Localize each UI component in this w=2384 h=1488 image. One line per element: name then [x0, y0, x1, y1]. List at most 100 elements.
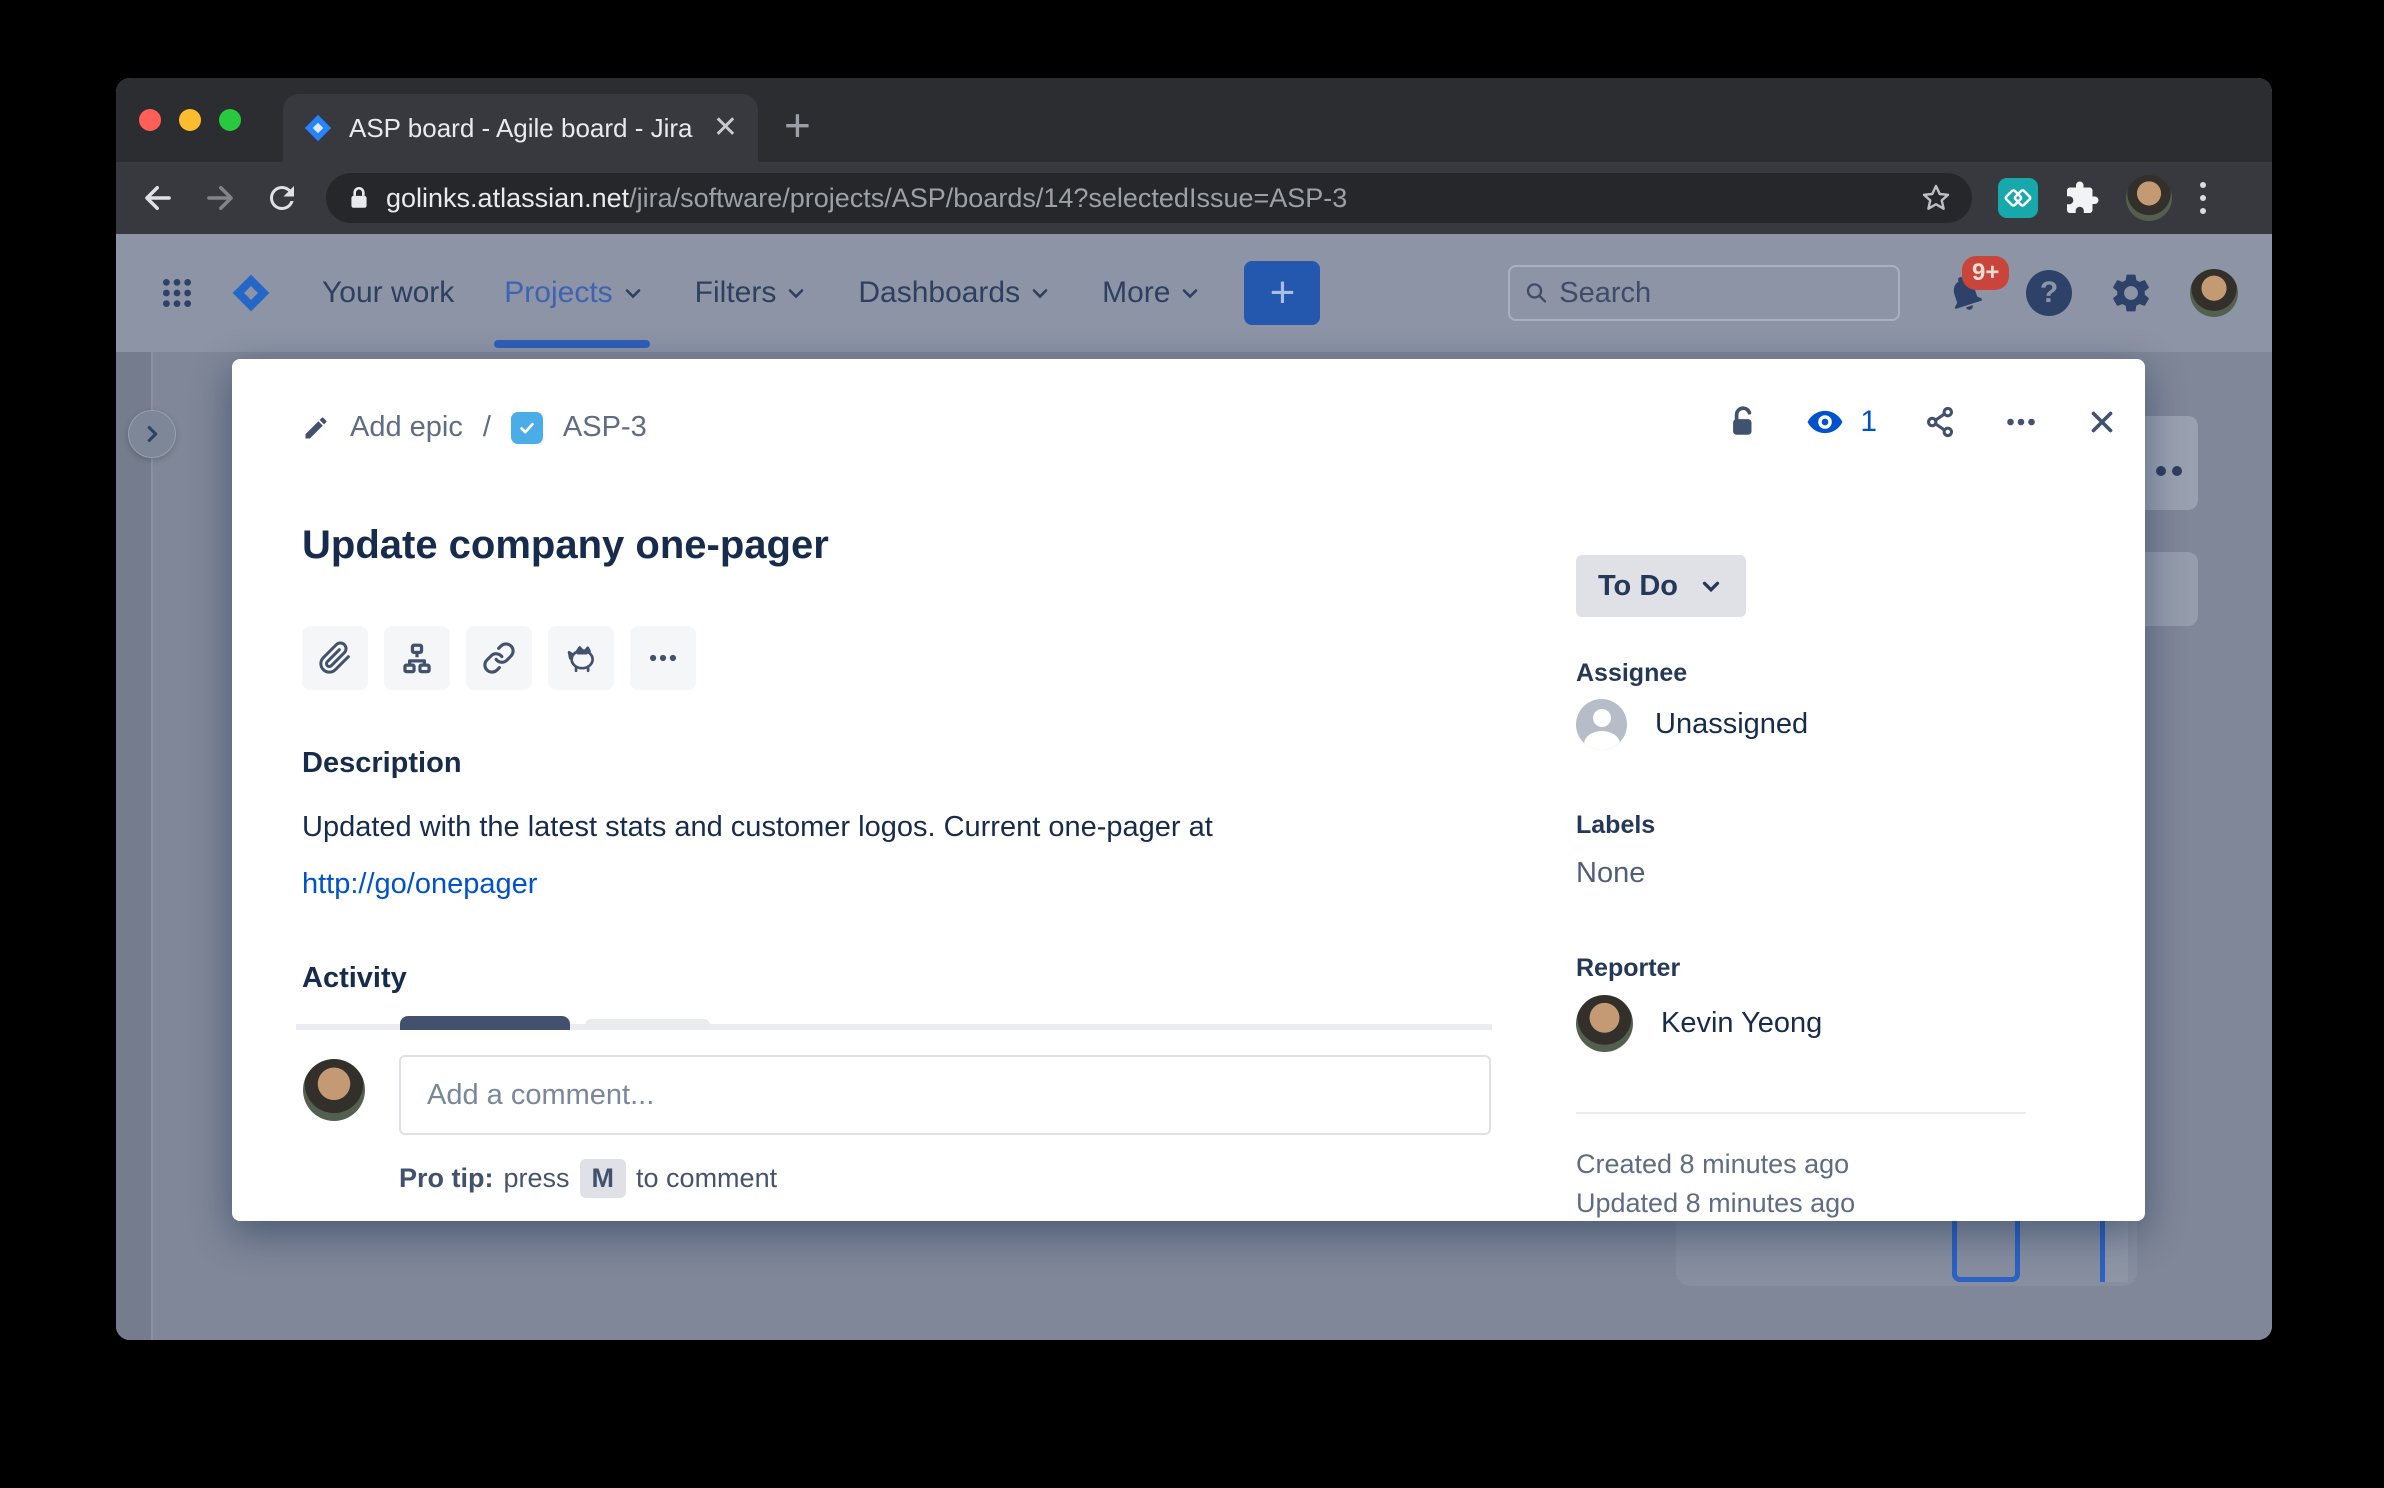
labels-value[interactable]: None	[1576, 857, 1645, 890]
more-actions-icon[interactable]	[2003, 404, 2039, 440]
global-search[interactable]	[1508, 265, 1900, 321]
browser-window: ASP board - Agile board - Jira ✕ + golin…	[116, 78, 2272, 1340]
chevron-down-icon	[1028, 281, 1052, 305]
task-type-icon[interactable]	[511, 412, 543, 444]
reporter-label: Reporter	[1576, 954, 1680, 983]
url-host: golinks.atlassian.net	[386, 183, 629, 213]
reload-icon[interactable]	[262, 178, 302, 218]
notifications-button[interactable]: 9+	[1944, 272, 1986, 314]
comment-input[interactable]	[399, 1055, 1491, 1135]
https-lock-icon	[346, 185, 372, 211]
labels-label: Labels	[1576, 811, 1655, 840]
piggy-bank-app-button[interactable]	[548, 626, 614, 690]
tab-strip: ASP board - Agile board - Jira ✕ +	[116, 78, 2272, 162]
nav-filters[interactable]: Filters	[695, 276, 809, 310]
back-icon[interactable]	[138, 178, 178, 218]
paperclip-icon	[318, 641, 352, 675]
jira-profile-avatar[interactable]	[2190, 269, 2238, 317]
nav-your-work[interactable]: Your work	[322, 276, 454, 310]
jira-favicon-icon	[303, 113, 333, 143]
modal-actions: 1	[1726, 403, 2119, 441]
chevron-down-icon	[1698, 573, 1724, 599]
more-quick-actions-button[interactable]	[630, 626, 696, 690]
jira-navbar: Your work Projects Filters Dashboards Mo…	[116, 234, 2272, 352]
jira-page: Your work Projects Filters Dashboards Mo…	[116, 234, 2272, 1340]
window-close-button[interactable]	[139, 109, 161, 131]
app-switcher-grid-icon[interactable]	[160, 276, 194, 310]
nav-more[interactable]: More	[1102, 276, 1202, 310]
m-keycap: M	[580, 1159, 627, 1198]
issue-title[interactable]: Update company one-pager	[302, 523, 829, 568]
chrome-profile-avatar[interactable]	[2126, 175, 2172, 221]
nav-projects[interactable]: Projects	[504, 276, 644, 310]
chevron-down-icon	[1178, 281, 1202, 305]
breadcrumb: Add epic / ASP-3	[302, 411, 647, 444]
url-text: golinks.atlassian.net/jira/software/proj…	[386, 183, 1906, 214]
window-zoom-button[interactable]	[219, 109, 241, 131]
extensions-puzzle-icon[interactable]	[2064, 180, 2100, 216]
link-issue-button[interactable]	[466, 626, 532, 690]
chevron-down-icon	[621, 281, 645, 305]
watchers-count: 1	[1860, 405, 1877, 439]
watchers-eye-icon	[1806, 403, 1844, 441]
description-link[interactable]: http://go/onepager	[302, 856, 1462, 913]
projects-active-underline	[494, 340, 650, 348]
search-input[interactable]	[1559, 277, 1884, 310]
watchers-button[interactable]: 1	[1806, 403, 1877, 441]
reporter-value[interactable]: Kevin Yeong	[1576, 995, 1822, 1052]
issue-quick-actions	[302, 626, 696, 690]
pencil-icon[interactable]	[302, 414, 330, 442]
assignee-label: Assignee	[1576, 659, 1687, 688]
description-text[interactable]: Updated with the latest stats and custom…	[302, 799, 1462, 913]
window-minimize-button[interactable]	[179, 109, 201, 131]
link-icon	[482, 641, 516, 675]
unlock-icon[interactable]	[1726, 405, 1760, 439]
activity-tab-selected[interactable]	[400, 1016, 570, 1030]
create-issue-button[interactable]: +	[1244, 261, 1320, 325]
search-icon	[1524, 279, 1549, 307]
issue-modal: Add epic / ASP-3 1	[232, 359, 2145, 1221]
settings-gear-icon[interactable]	[2108, 270, 2154, 316]
close-icon[interactable]	[2085, 405, 2119, 439]
forward-icon[interactable]	[200, 178, 240, 218]
chrome-menu-icon[interactable]	[2200, 182, 2206, 214]
updated-timestamp: Updated 8 minutes ago	[1576, 1188, 1855, 1219]
jira-logo-icon[interactable]	[230, 272, 272, 314]
assignee-value[interactable]: Unassigned	[1576, 699, 1808, 750]
breadcrumb-separator: /	[483, 411, 491, 444]
url-bar[interactable]: golinks.atlassian.net/jira/software/proj…	[326, 173, 1972, 223]
url-path: /jira/software/projects/ASP/boards/14?se…	[629, 183, 1347, 213]
notification-badge: 9+	[1962, 256, 2009, 290]
nav-dashboards[interactable]: Dashboards	[858, 276, 1052, 310]
created-timestamp: Created 8 minutes ago	[1576, 1149, 1849, 1180]
sidebar-expand-button[interactable]	[128, 410, 176, 458]
add-subtask-button[interactable]	[384, 626, 450, 690]
help-button[interactable]: ?	[2026, 270, 2072, 316]
chevron-down-icon	[784, 281, 808, 305]
panel-divider	[1576, 1112, 2026, 1114]
description-heading: Description	[302, 747, 462, 780]
subtasks-icon	[400, 641, 434, 675]
piggy-bank-icon	[564, 641, 598, 675]
more-icon	[646, 641, 680, 675]
reporter-avatar	[1576, 995, 1633, 1052]
current-user-avatar	[303, 1059, 365, 1121]
issue-key[interactable]: ASP-3	[563, 411, 647, 444]
golinks-extension-icon[interactable]	[1998, 178, 2038, 218]
new-tab-button[interactable]: +	[784, 98, 811, 152]
activity-heading: Activity	[302, 962, 407, 995]
status-dropdown[interactable]: To Do	[1576, 555, 1746, 617]
tab-title: ASP board - Agile board - Jira	[349, 113, 697, 144]
bookmark-star-icon[interactable]	[1920, 182, 1952, 214]
sidebar-collapsed	[116, 352, 151, 1340]
sidebar-divider	[151, 352, 153, 1340]
share-icon[interactable]	[1923, 405, 1957, 439]
activity-tab[interactable]	[585, 1019, 710, 1030]
browser-tab[interactable]: ASP board - Agile board - Jira ✕	[283, 94, 758, 162]
browser-toolbar: golinks.atlassian.net/jira/software/proj…	[116, 162, 2272, 234]
attach-button[interactable]	[302, 626, 368, 690]
tab-close-icon[interactable]: ✕	[713, 113, 738, 143]
unassigned-avatar-icon	[1576, 699, 1627, 750]
add-epic-link[interactable]: Add epic	[350, 411, 463, 444]
comment-pro-tip: Pro tip: press M to comment	[399, 1159, 777, 1198]
